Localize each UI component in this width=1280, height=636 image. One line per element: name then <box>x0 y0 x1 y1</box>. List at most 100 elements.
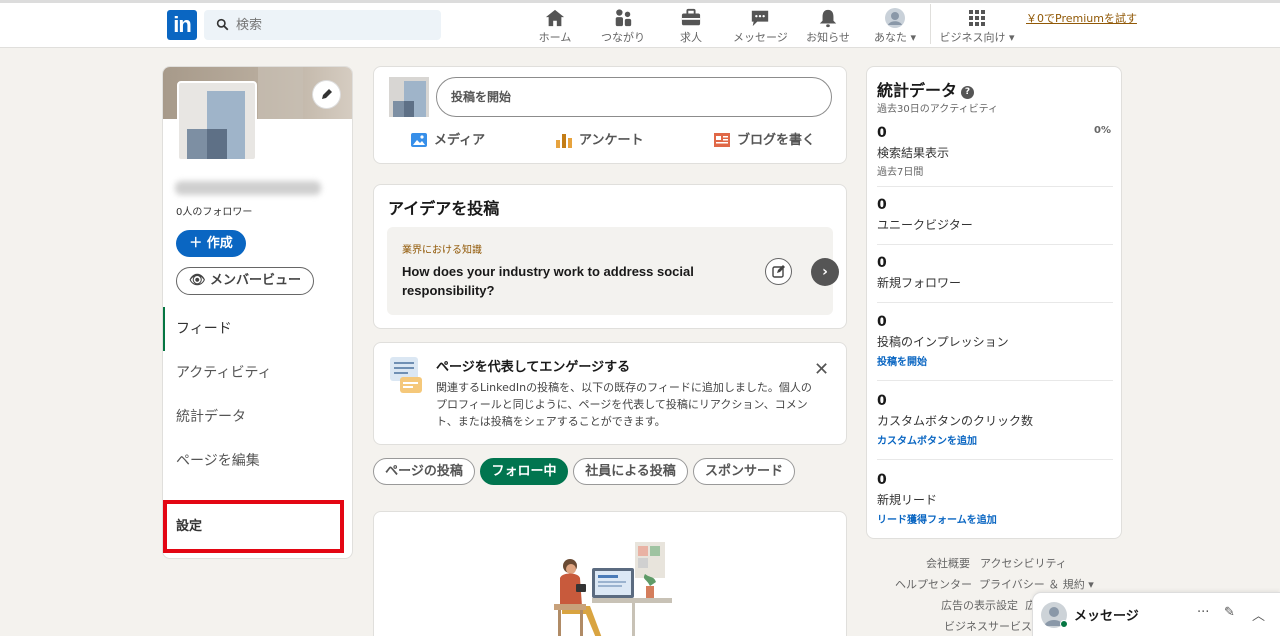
poll-label: アンケート <box>579 133 644 148</box>
poll-icon <box>556 134 572 148</box>
footer-accessibility[interactable]: アクセシビリティ <box>980 555 1067 571</box>
compose-idea-button[interactable] <box>765 258 792 285</box>
media-button[interactable]: メディア <box>410 129 485 153</box>
linkedin-logo[interactable]: in <box>167 10 197 40</box>
sidebar-item-edit-page[interactable]: ページを編集 <box>163 439 352 483</box>
footer-business-services[interactable]: ビジネスサービス <box>944 618 1032 634</box>
stat-name: 新規リード <box>877 493 938 507</box>
nav-messaging[interactable]: メッセージ <box>733 8 788 44</box>
nav-jobs[interactable]: 求人 <box>674 8 708 44</box>
nav-label: ビジネス向け ▾ <box>939 31 1015 44</box>
engage-title: ページを代表してエンゲージする <box>436 360 631 375</box>
idea-prompt: 業界における知識 How does your industry work to … <box>387 227 839 315</box>
footer-about[interactable]: 会社概要 <box>926 555 970 571</box>
footer-privacy-terms[interactable]: プライバシー ＆ 規約 ▾ <box>979 576 1094 592</box>
nav-network[interactable]: つながり <box>600 8 646 44</box>
stat-value: 0 <box>877 393 887 409</box>
footer-ad-choices[interactable]: 広告の表示設定 <box>941 597 1018 613</box>
stat-name: カスタムボタンのクリック数 <box>877 414 1034 428</box>
filter-page-posts[interactable]: ページの投稿 <box>373 458 475 485</box>
stat-new-leads[interactable]: 0 新規リード リード獲得フォームを追加 <box>877 472 1113 530</box>
bell-icon <box>819 9 837 28</box>
briefcase-icon <box>681 8 701 26</box>
page-name-blurred <box>175 181 321 195</box>
sidebar-item-activity[interactable]: アクティビティ <box>163 351 352 395</box>
nav-label: ホーム <box>538 31 572 44</box>
online-status-dot <box>1060 620 1068 628</box>
network-icon <box>615 9 632 27</box>
sidebar-item-feed[interactable]: フィード <box>163 307 352 351</box>
building-icon <box>187 91 245 159</box>
nav-label: あなた ▾ <box>873 31 917 44</box>
nav-divider <box>930 4 931 44</box>
highlight-box <box>163 500 344 553</box>
stat-new-followers[interactable]: 0 新規フォロワー <box>877 255 1113 303</box>
write-article-button[interactable]: ブログを書く <box>713 129 815 153</box>
compose-icon <box>772 265 785 278</box>
add-custom-button-link[interactable]: カスタムボタンを追加 <box>877 432 1113 447</box>
filter-following[interactable]: フォロー中 <box>480 458 568 485</box>
stat-name: 新規フォロワー <box>877 276 962 290</box>
footer-help-center[interactable]: ヘルプセンター <box>895 576 972 592</box>
empty-feed-illustration <box>554 542 672 636</box>
add-lead-form-link[interactable]: リード獲得フォームを追加 <box>877 511 1113 526</box>
stat-search-appearances[interactable]: 0 検索結果表示 過去7日間 0% <box>877 125 1113 187</box>
poll-button[interactable]: アンケート <box>555 129 643 153</box>
stat-value: 0 <box>877 314 887 330</box>
nav-home[interactable]: ホーム <box>534 8 576 44</box>
media-label: メディア <box>434 133 486 148</box>
start-post-input[interactable]: 投稿を開始 <box>436 77 832 117</box>
article-label: ブログを書く <box>737 133 816 148</box>
stat-post-impressions[interactable]: 0 投稿のインプレッション 投稿を開始 <box>877 314 1113 381</box>
close-icon[interactable]: ✕ <box>814 359 829 380</box>
nav-label: 求人 <box>680 31 702 44</box>
create-button[interactable]: ＋ 作成 <box>176 230 246 257</box>
start-post-link[interactable]: 投稿を開始 <box>877 353 1113 368</box>
post-idea-card: アイデアを投稿 業界における知識 How does your industry … <box>373 184 847 329</box>
help-icon[interactable]: ? <box>961 86 975 99</box>
idea-question: How does your industry work to address s… <box>402 264 694 298</box>
stat-name: ユニークビジター <box>877 218 973 232</box>
idea-title: アイデアを投稿 <box>388 199 500 218</box>
home-icon <box>545 9 565 27</box>
stat-name: 検索結果表示 <box>877 146 950 160</box>
messaging-overlay[interactable]: メッセージ ··· ✎ ︿ <box>1033 593 1280 636</box>
analytics-card: 統計データ? 過去30日のアクティビティ 0 検索結果表示 過去7日間 0% 0… <box>866 66 1122 539</box>
nav-label: つながり <box>601 31 645 44</box>
share-box: 投稿を開始 メディア アンケート ブログを書く <box>373 66 847 164</box>
stat-value: 0 <box>877 125 887 141</box>
stat-note: 過去7日間 <box>877 167 924 178</box>
more-options-icon[interactable]: ··· <box>1197 605 1209 620</box>
edit-cover-button[interactable] <box>313 81 340 108</box>
sidebar-item-analytics[interactable]: 統計データ <box>163 395 352 439</box>
nav-business[interactable]: ビジネス向け ▾ <box>938 8 1016 44</box>
pencil-icon <box>322 89 332 99</box>
stat-percent: 0% <box>1094 125 1111 136</box>
search-box[interactable] <box>204 10 441 40</box>
feed-illustration-icon <box>390 357 422 393</box>
filter-sponsored[interactable]: スポンサード <box>693 458 795 485</box>
nav-notifications[interactable]: お知らせ <box>806 8 850 44</box>
stat-name: 投稿のインプレッション <box>877 335 1009 349</box>
analytics-title: 統計データ? <box>877 77 975 101</box>
stat-value: 0 <box>877 197 887 213</box>
nav-me[interactable]: あなた ▾ <box>870 8 920 44</box>
search-input[interactable] <box>236 10 436 40</box>
compose-message-icon[interactable]: ✎ <box>1224 605 1235 620</box>
nav-label: お知らせ <box>806 31 850 44</box>
stat-unique-visitors[interactable]: 0 ユニークビジター <box>877 197 1113 245</box>
engage-as-page-card: ページを代表してエンゲージする 関連するLinkedInの投稿を、以下の既存のフ… <box>373 342 847 445</box>
stat-custom-button-clicks[interactable]: 0 カスタムボタンのクリック数 カスタムボタンを追加 <box>877 393 1113 460</box>
idea-tag: 業界における知識 <box>402 245 482 256</box>
top-nav: in ホーム つながり 求人 メッセージ お知らせ あなた ▾ ビジネス向け ▾… <box>0 0 1280 48</box>
nav-label: メッセージ <box>733 31 788 44</box>
page-logo[interactable] <box>177 81 257 161</box>
premium-link[interactable]: ￥0でPremiumを試す <box>1026 10 1137 26</box>
next-idea-button[interactable]: › <box>811 258 839 286</box>
filter-employee-posts[interactable]: 社員による投稿 <box>573 458 688 485</box>
engage-description: 関連するLinkedInの投稿を、以下の既存のフィードに追加しました。個人のプロ… <box>436 381 812 428</box>
member-view-button[interactable]: 👁 メンバービュー <box>176 267 314 295</box>
chevron-up-icon[interactable]: ︿ <box>1252 605 1265 624</box>
messaging-label: メッセージ <box>1074 609 1139 624</box>
analytics-subtitle: 過去30日のアクティビティ <box>877 104 999 115</box>
